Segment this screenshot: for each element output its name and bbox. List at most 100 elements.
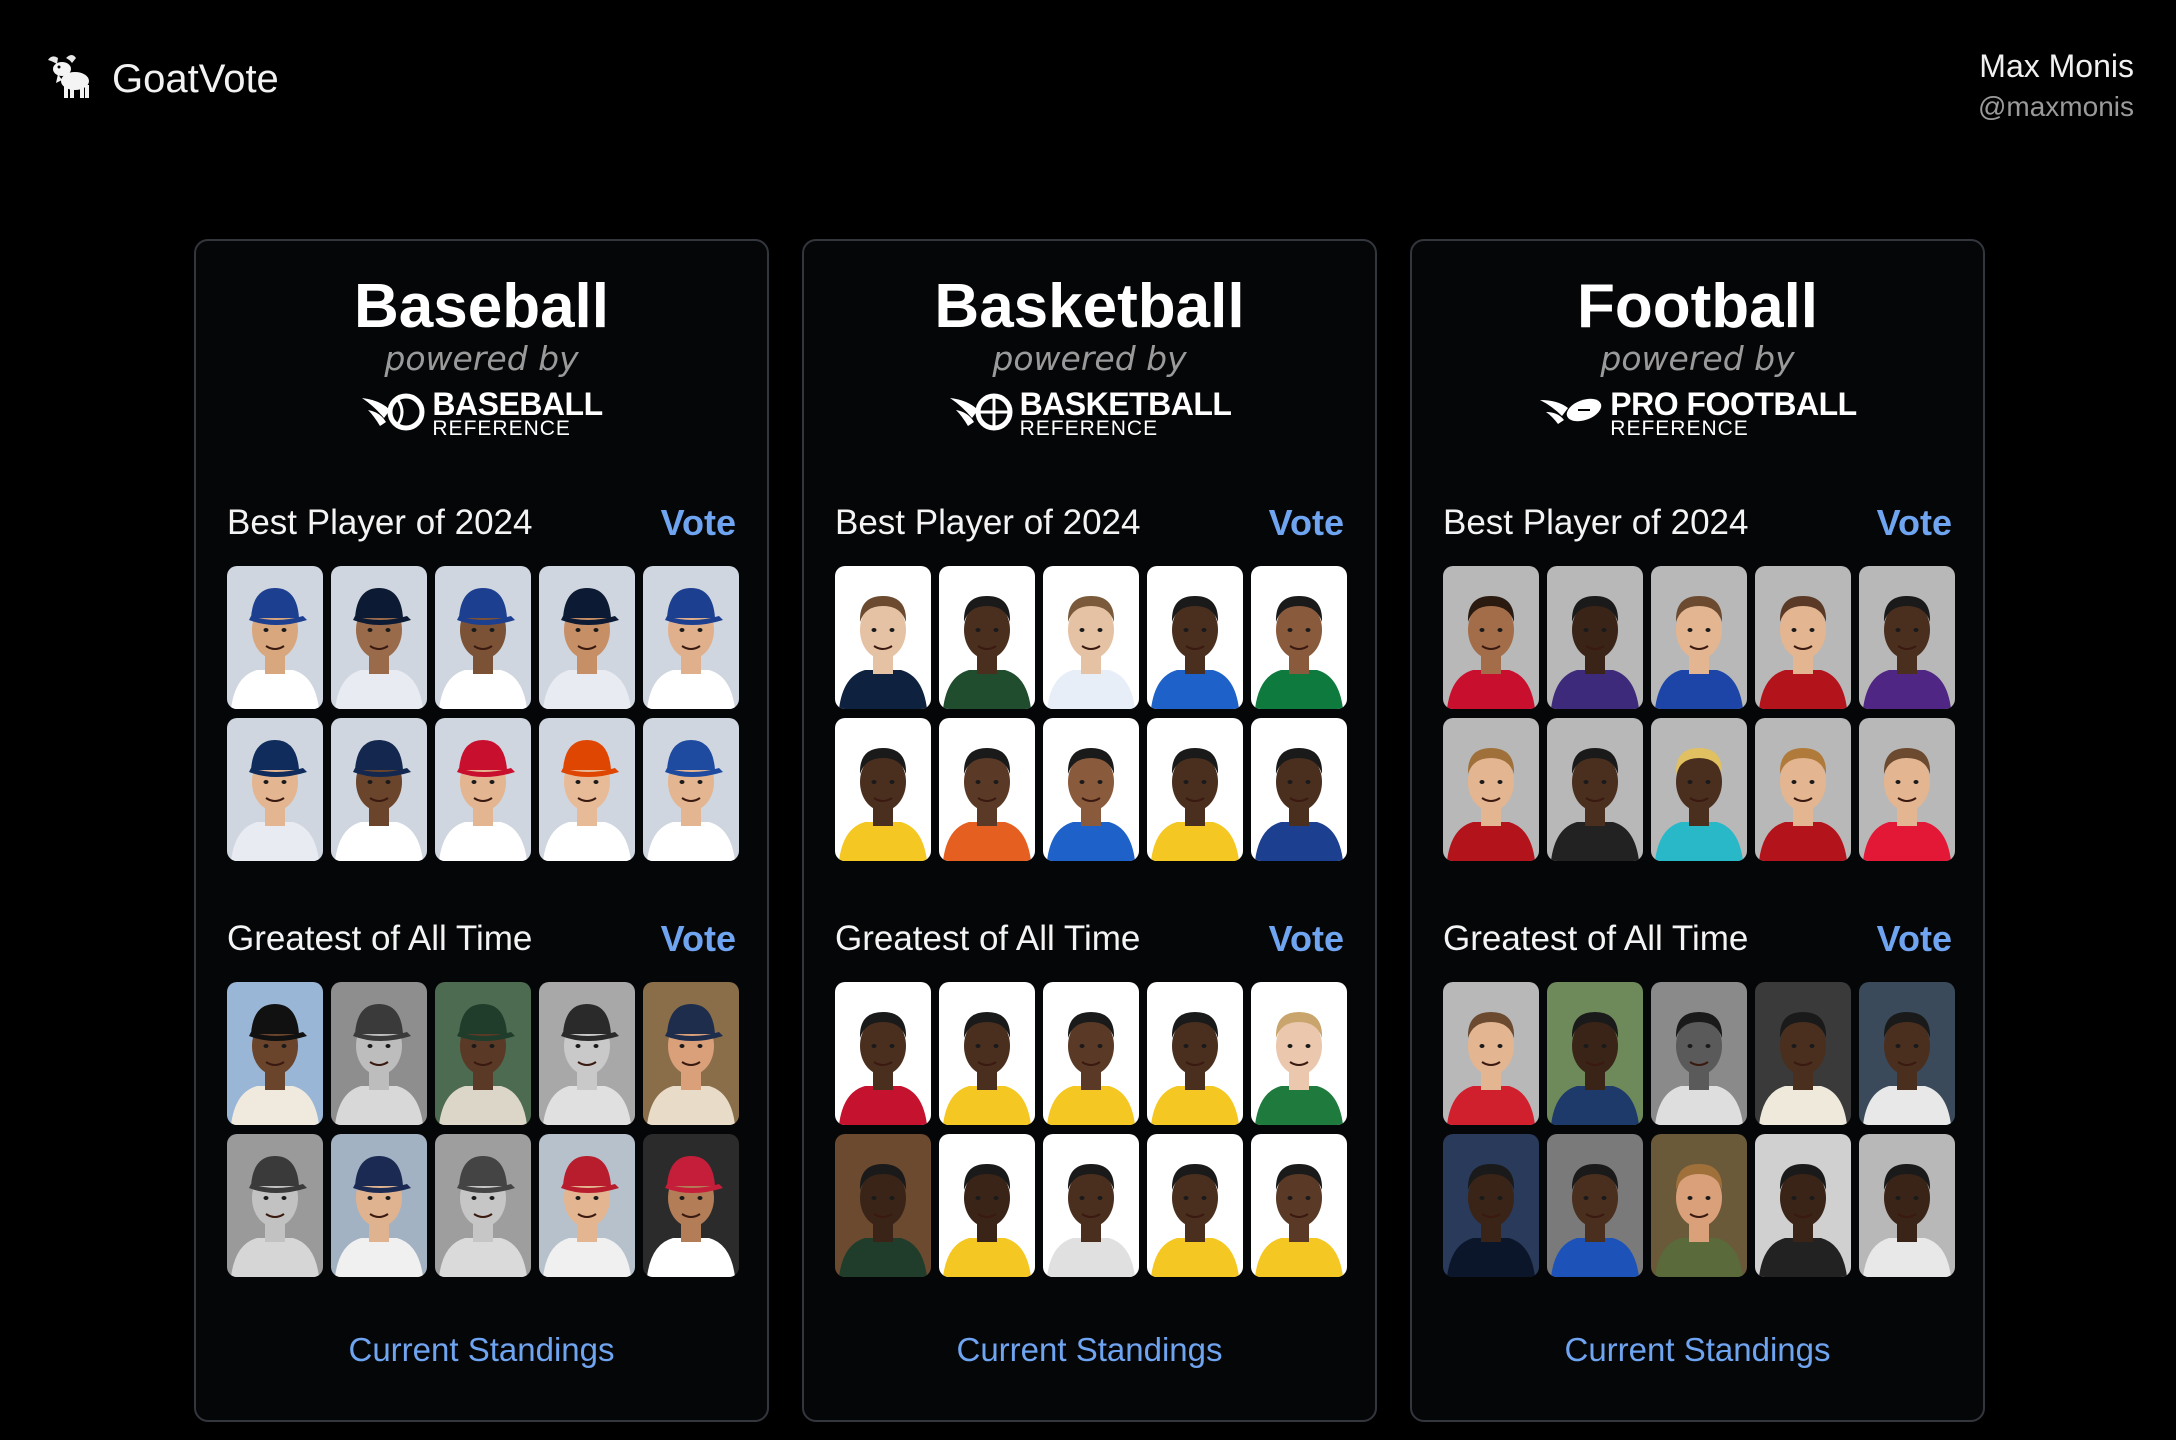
pro-football-reference-icon <box>1538 388 1604 439</box>
sport-cards: Baseball powered by BASEBALL REFERENCE B… <box>194 239 1985 1422</box>
vote-button[interactable]: Vote <box>661 502 736 544</box>
user-name: Max Monis <box>1979 48 2134 84</box>
current-standings-link[interactable]: Current Standings <box>196 1331 767 1369</box>
vote-button[interactable]: Vote <box>1269 502 1344 544</box>
player-photo[interactable] <box>435 1134 531 1277</box>
vote-button[interactable]: Vote <box>661 918 736 960</box>
player-photo[interactable] <box>939 566 1035 709</box>
reference-name: BASEBALL <box>432 386 603 422</box>
reference-name: PRO FOOTBALL <box>1610 386 1857 422</box>
current-standings-link[interactable]: Current Standings <box>1412 1331 1983 1369</box>
player-photo[interactable] <box>1547 566 1643 709</box>
player-photo[interactable] <box>539 1134 635 1277</box>
vote-button[interactable]: Vote <box>1877 918 1952 960</box>
basketball-reference-logo[interactable]: BASKETBALL REFERENCE <box>804 388 1375 439</box>
player-photo[interactable] <box>1043 718 1139 861</box>
player-photo[interactable] <box>1147 982 1243 1125</box>
player-photo[interactable] <box>1547 1134 1643 1277</box>
player-photo[interactable] <box>1755 566 1851 709</box>
player-photo[interactable] <box>1547 982 1643 1125</box>
player-photo[interactable] <box>1859 566 1955 709</box>
player-grid <box>835 566 1347 861</box>
sport-title: Basketball <box>934 272 1245 341</box>
app-name: GoatVote <box>112 57 279 101</box>
section-title: Best Player of 2024 <box>1443 503 1749 542</box>
player-photo[interactable] <box>331 566 427 709</box>
player-photo[interactable] <box>435 982 531 1125</box>
player-photo[interactable] <box>1443 718 1539 861</box>
sport-card-basketball: Basketball powered by BASKETBALL REFEREN… <box>802 239 1377 1422</box>
reference-sub: REFERENCE <box>1019 417 1159 440</box>
player-photo[interactable] <box>539 982 635 1125</box>
player-photo[interactable] <box>1755 718 1851 861</box>
player-photo[interactable] <box>1651 982 1747 1125</box>
player-photo[interactable] <box>1651 1134 1747 1277</box>
player-photo[interactable] <box>227 982 323 1125</box>
player-grid <box>835 982 1347 1277</box>
player-photo[interactable] <box>643 718 739 861</box>
sport-card-football: Football powered by PRO FOOTBALL REFEREN… <box>1410 239 1985 1422</box>
player-photo[interactable] <box>1755 982 1851 1125</box>
sport-title: Football <box>1576 272 1819 341</box>
player-photo[interactable] <box>835 1134 931 1277</box>
player-photo[interactable] <box>1443 982 1539 1125</box>
player-photo[interactable] <box>1859 1134 1955 1277</box>
player-photo[interactable] <box>1147 1134 1243 1277</box>
player-photo[interactable] <box>1651 718 1747 861</box>
vote-button[interactable]: Vote <box>1877 502 1952 544</box>
player-photo[interactable] <box>1755 1134 1851 1277</box>
player-photo[interactable] <box>1251 982 1347 1125</box>
current-standings-link[interactable]: Current Standings <box>804 1331 1375 1369</box>
section-header-best-2024: Best Player of 2024 Vote <box>835 501 1344 545</box>
player-photo[interactable] <box>835 982 931 1125</box>
player-photo[interactable] <box>227 1134 323 1277</box>
user-profile[interactable]: Max Monis @maxmonis <box>1978 48 2134 123</box>
top-bar: GoatVote Max Monis @maxmonis <box>0 0 2176 140</box>
baseball-reference-logo[interactable]: BASEBALL REFERENCE <box>196 388 767 439</box>
player-grid <box>1443 566 1955 861</box>
player-photo[interactable] <box>939 982 1035 1125</box>
player-photo[interactable] <box>539 566 635 709</box>
player-photo[interactable] <box>1443 1134 1539 1277</box>
player-photo[interactable] <box>1251 718 1347 861</box>
player-photo[interactable] <box>835 718 931 861</box>
sport-card-baseball: Baseball powered by BASEBALL REFERENCE B… <box>194 239 769 1422</box>
player-grid <box>1443 982 1955 1277</box>
player-photo[interactable] <box>1859 982 1955 1125</box>
section-title: Best Player of 2024 <box>227 503 533 542</box>
player-photo[interactable] <box>1443 566 1539 709</box>
section-title: Best Player of 2024 <box>835 503 1141 542</box>
player-photo[interactable] <box>1859 718 1955 861</box>
player-photo[interactable] <box>643 1134 739 1277</box>
player-photo[interactable] <box>1547 718 1643 861</box>
player-photo[interactable] <box>643 566 739 709</box>
player-photo[interactable] <box>1147 718 1243 861</box>
player-photo[interactable] <box>227 566 323 709</box>
player-photo[interactable] <box>643 982 739 1125</box>
player-photo[interactable] <box>835 566 931 709</box>
player-photo[interactable] <box>1043 566 1139 709</box>
player-photo[interactable] <box>1043 982 1139 1125</box>
player-photo[interactable] <box>1651 566 1747 709</box>
player-photo[interactable] <box>1251 1134 1347 1277</box>
section-title: Greatest of All Time <box>1443 919 1749 958</box>
player-photo[interactable] <box>1251 566 1347 709</box>
player-photo[interactable] <box>939 718 1035 861</box>
reference-sub: REFERENCE <box>432 417 571 440</box>
section-header-goat: Greatest of All Time Vote <box>835 917 1344 961</box>
player-photo[interactable] <box>939 1134 1035 1277</box>
reference-sub: REFERENCE <box>1610 417 1749 440</box>
player-photo[interactable] <box>435 566 531 709</box>
player-photo[interactable] <box>331 718 427 861</box>
player-photo[interactable] <box>331 982 427 1125</box>
player-photo[interactable] <box>1043 1134 1139 1277</box>
player-photo[interactable] <box>539 718 635 861</box>
vote-button[interactable]: Vote <box>1269 918 1344 960</box>
player-photo[interactable] <box>1147 566 1243 709</box>
player-photo[interactable] <box>227 718 323 861</box>
player-photo[interactable] <box>331 1134 427 1277</box>
section-header-best-2024: Best Player of 2024 Vote <box>227 501 736 545</box>
pro-football-reference-logo[interactable]: PRO FOOTBALL REFERENCE <box>1412 388 1983 439</box>
player-photo[interactable] <box>435 718 531 861</box>
brand[interactable]: GoatVote <box>42 52 279 107</box>
